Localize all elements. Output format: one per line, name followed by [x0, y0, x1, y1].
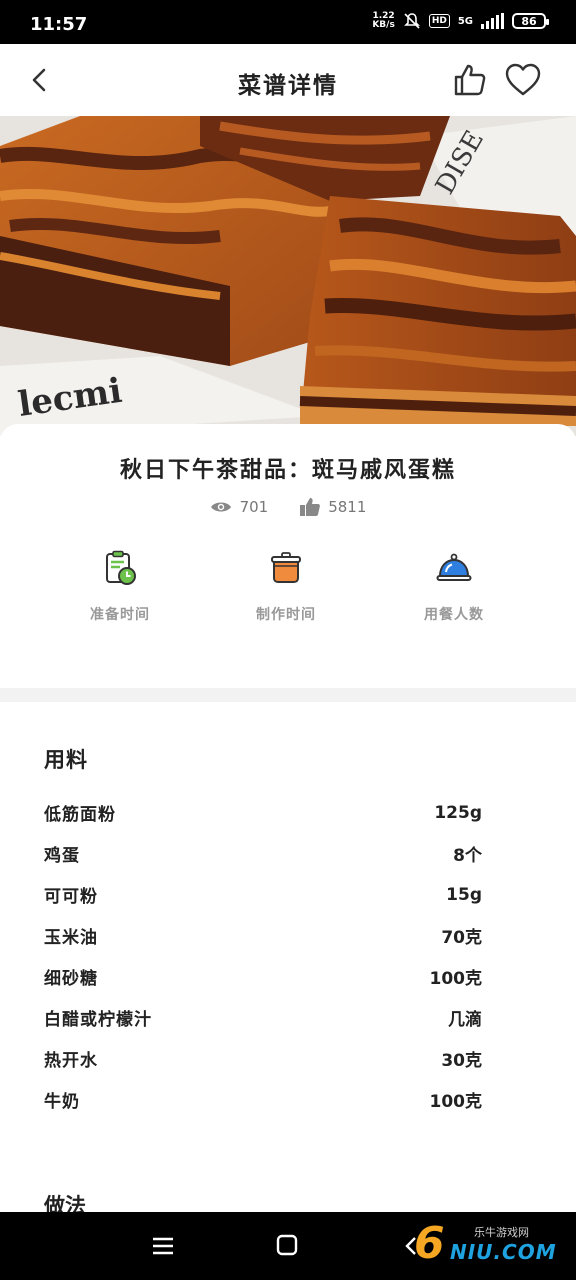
- prep-time-label: 准备时间: [90, 607, 150, 623]
- view-count-value: 701: [239, 498, 269, 516]
- servings-label: 用餐人数: [424, 607, 484, 623]
- thumbs-up-small-icon: [300, 498, 321, 516]
- prep-time: 准备时间: [50, 550, 190, 624]
- ingredients-list: 低筋面粉 125g 鸡蛋 8个 可可粉 15g 玉米油 70克 细砂糖 100克 白醋或柠…: [44, 792, 482, 1120]
- list-item: 可可粉 15g: [44, 884, 482, 908]
- app-header: 菜谱详情: [0, 44, 576, 116]
- home-icon[interactable]: [276, 1234, 298, 1256]
- view-count: 701: [210, 498, 269, 516]
- recipe-info-card: 秋日下午茶甜品：斑马戚风蛋糕 701 5811 准备时间 制作时间 用餐人数: [0, 424, 576, 690]
- list-item: 细砂糖 100克: [44, 969, 482, 989]
- list-item: 鸡蛋 8个: [44, 846, 482, 866]
- eye-icon: [210, 502, 231, 512]
- thumbs-up-icon[interactable]: [452, 62, 488, 98]
- ingredients-title: 用料: [44, 748, 88, 772]
- status-bar: 11:57 1.22 KB/s HD 5G 86: [0, 0, 576, 44]
- cook-time-label: 制作时间: [256, 607, 316, 623]
- like-count-value: 5811: [328, 498, 367, 516]
- cook-time: 制作时间: [216, 550, 356, 624]
- list-item: 玉米油 70克: [44, 928, 482, 948]
- like-count: 5811: [300, 498, 366, 516]
- recipe-title: 秋日下午茶甜品：斑马戚风蛋糕: [119, 458, 456, 483]
- page-title: 菜谱详情: [238, 73, 338, 99]
- zebra-cake-photo: lecmi DISE: [0, 116, 576, 436]
- watermark-logo: 6 乐牛游戏网 NIU.COM: [414, 1218, 557, 1269]
- heart-icon[interactable]: [504, 62, 542, 98]
- serving-cloche-icon: [436, 553, 472, 581]
- list-item: 白醋或柠檬汁 几滴: [44, 1010, 482, 1030]
- cooking-pot-icon: [271, 552, 301, 583]
- list-item: 牛奶 100克: [44, 1092, 482, 1112]
- signal-icon: [481, 13, 504, 29]
- network-type: 5G: [457, 15, 473, 27]
- clipboard-timer-icon: [106, 550, 136, 585]
- list-item: 热开水 30克: [44, 1051, 482, 1071]
- recipe-stats: 701 5811: [0, 498, 576, 516]
- menu-icon[interactable]: [152, 1236, 174, 1256]
- network-speed: 1.22 KB/s: [372, 11, 395, 30]
- status-time: 11:57: [30, 14, 88, 35]
- system-nav-bar: 6 乐牛游戏网 NIU.COM: [0, 1212, 576, 1280]
- battery-icon: 86: [512, 13, 549, 29]
- list-item: 低筋面粉 125g: [44, 802, 482, 826]
- mute-bell-icon: [403, 13, 420, 29]
- section-divider: [0, 688, 576, 702]
- hd-badge: HD: [428, 14, 450, 28]
- servings: 用餐人数: [384, 550, 524, 624]
- recipe-hero-image: lecmi DISE: [0, 116, 576, 436]
